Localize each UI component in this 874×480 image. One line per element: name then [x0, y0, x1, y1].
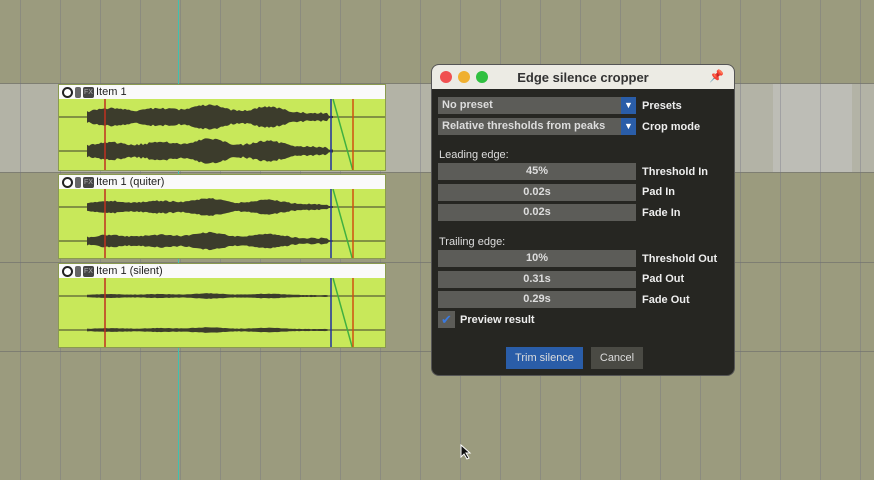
preview-label: Preview result — [460, 314, 535, 326]
grid-line — [780, 0, 781, 480]
time-selection — [773, 84, 852, 172]
lock-icon[interactable] — [75, 177, 81, 188]
volume-knob-icon[interactable] — [62, 87, 73, 98]
title-bar[interactable]: Edge silence cropper 📌 — [432, 65, 734, 89]
minimize-button[interactable] — [458, 71, 470, 83]
waveform — [59, 189, 386, 259]
waveform — [59, 99, 386, 171]
waveform-peaks — [87, 104, 333, 129]
preset-dropdown[interactable]: No preset ▼ — [438, 97, 636, 114]
crop-mode-label: Crop mode — [642, 121, 700, 133]
item-title: Item 1 (silent) — [96, 265, 163, 277]
fade-out-line — [333, 99, 353, 171]
zoom-button[interactable] — [476, 71, 488, 83]
waveform-peaks — [87, 293, 333, 299]
threshold-out-slider[interactable]: 10% — [438, 250, 636, 267]
grid-line — [860, 0, 861, 480]
threshold-in-slider[interactable]: 45% — [438, 163, 636, 180]
waveform-peaks — [87, 198, 333, 216]
fx-icon[interactable]: FX — [83, 177, 94, 188]
chevron-down-icon: ▼ — [621, 118, 636, 135]
item-header[interactable]: FX Item 1 (quiter) — [59, 175, 385, 189]
fade-out-slider[interactable]: 0.29s — [438, 291, 636, 308]
fade-out-line — [333, 278, 353, 348]
grid-line — [20, 0, 21, 480]
fade-in-slider[interactable]: 0.02s — [438, 204, 636, 221]
volume-knob-icon[interactable] — [62, 266, 73, 277]
edge-silence-cropper-dialog: Edge silence cropper 📌 No preset ▼ Preset… — [431, 64, 735, 376]
trim-silence-button[interactable]: Trim silence — [506, 347, 583, 369]
waveform — [59, 278, 386, 348]
pad-out-slider[interactable]: 0.31s — [438, 271, 636, 288]
fx-icon[interactable]: FX — [83, 266, 94, 277]
item-header[interactable]: FX Item 1 — [59, 85, 385, 99]
fade-out-line — [333, 189, 353, 259]
waveform-peaks — [87, 138, 333, 163]
media-item[interactable]: FX Item 1 — [58, 84, 386, 171]
slider-label: Pad Out — [642, 273, 684, 285]
mouse-pointer-icon — [460, 444, 472, 460]
item-header[interactable]: FX Item 1 (silent) — [59, 264, 385, 278]
chevron-down-icon: ▼ — [621, 97, 636, 114]
media-item[interactable]: FX Item 1 (silent) — [58, 263, 386, 348]
lock-icon[interactable] — [75, 266, 81, 277]
pin-icon[interactable]: 📌 — [709, 69, 724, 83]
media-item[interactable]: FX Item 1 (quiter) — [58, 174, 386, 259]
waveform-peaks — [87, 232, 333, 250]
trailing-edge-header: Trailing edge: — [439, 236, 505, 248]
fx-icon[interactable]: FX — [83, 87, 94, 98]
slider-label: Threshold Out — [642, 253, 717, 265]
slider-label: Threshold In — [642, 166, 708, 178]
leading-edge-header: Leading edge: — [439, 149, 509, 161]
waveform-peaks — [87, 327, 333, 333]
grid-line — [740, 0, 741, 480]
pad-in-slider[interactable]: 0.02s — [438, 184, 636, 201]
slider-label: Fade Out — [642, 294, 690, 306]
preview-checkbox[interactable]: ✔ — [438, 311, 455, 328]
grid-line — [420, 0, 421, 480]
crop-mode-dropdown[interactable]: Relative thresholds from peaks ▼ — [438, 118, 636, 135]
lock-icon[interactable] — [75, 87, 81, 98]
grid-line — [820, 0, 821, 480]
slider-label: Pad In — [642, 186, 675, 198]
item-title: Item 1 — [96, 86, 127, 98]
cancel-button[interactable]: Cancel — [591, 347, 643, 369]
slider-label: Fade In — [642, 207, 681, 219]
item-title: Item 1 (quiter) — [96, 176, 164, 188]
presets-label: Presets — [642, 100, 682, 112]
volume-knob-icon[interactable] — [62, 177, 73, 188]
close-button[interactable] — [440, 71, 452, 83]
